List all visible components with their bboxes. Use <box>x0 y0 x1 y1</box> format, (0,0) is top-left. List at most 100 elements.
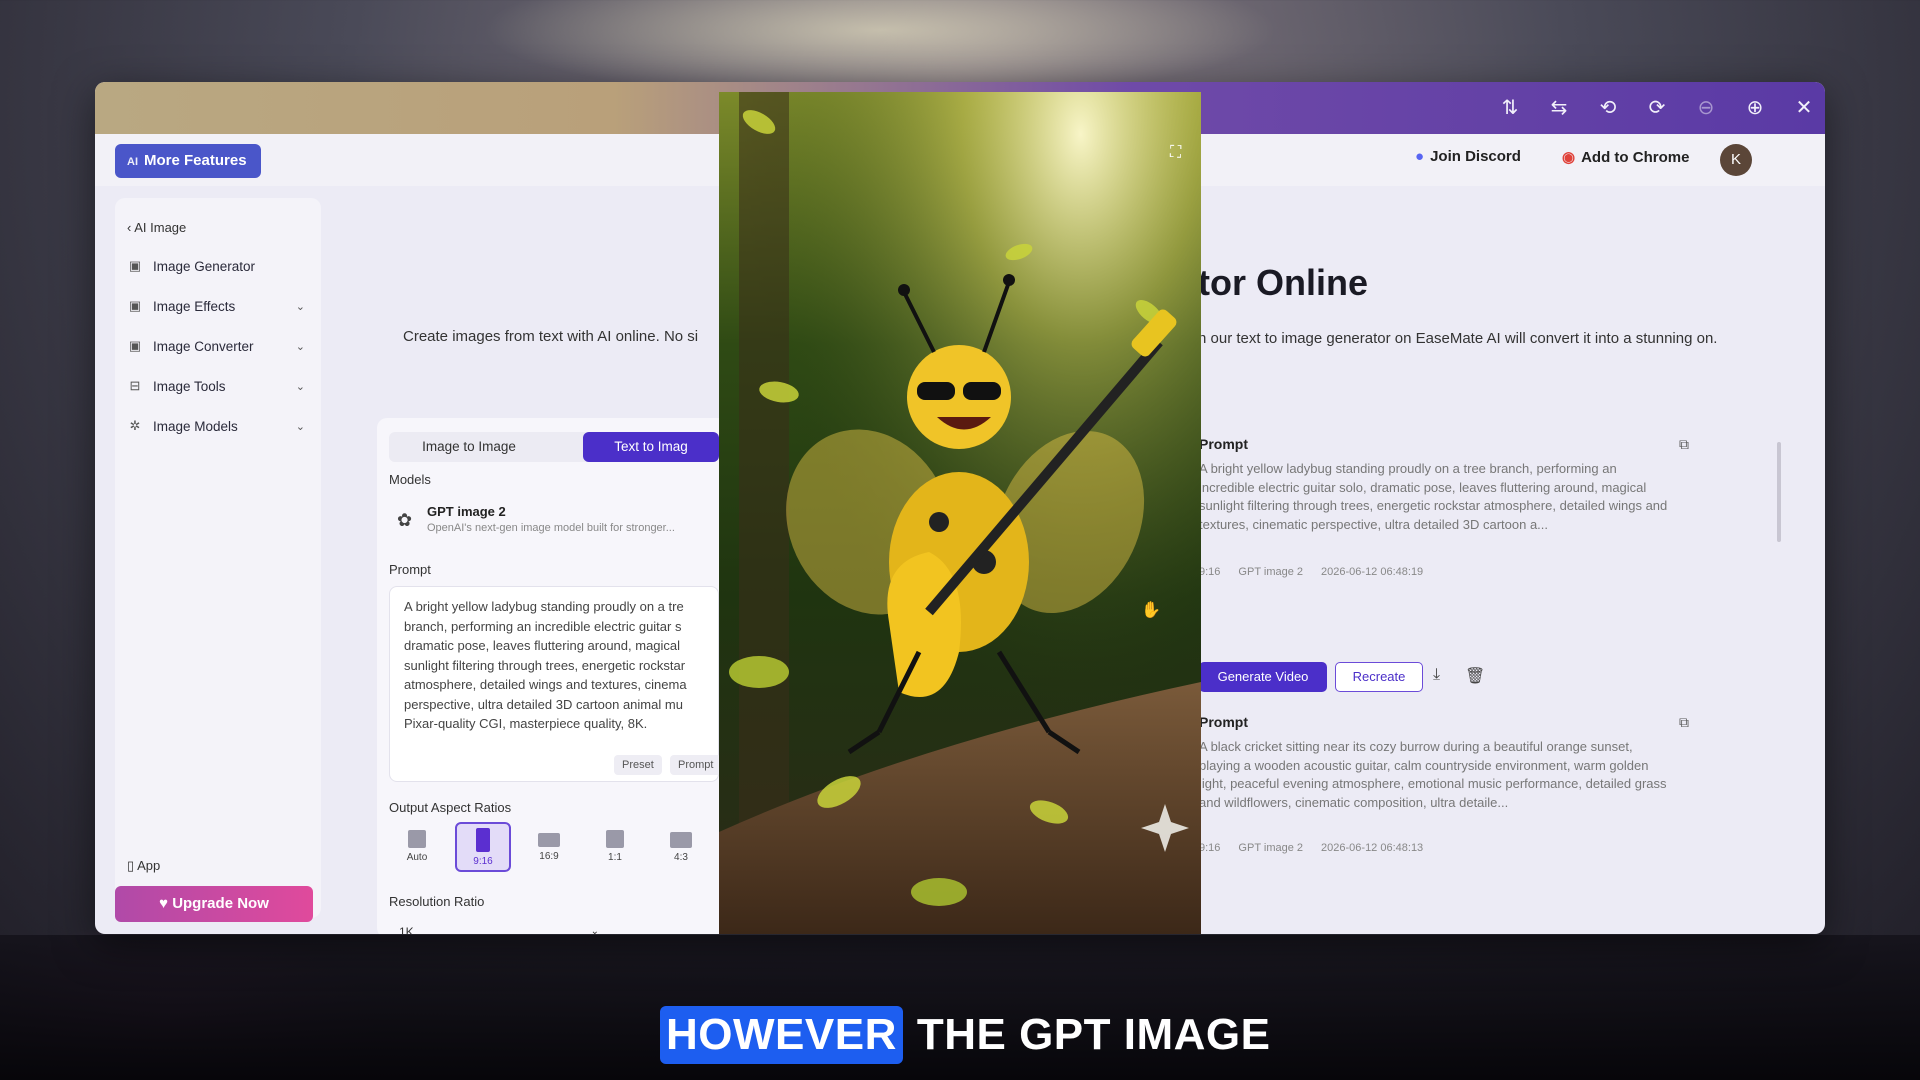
rotate-right-icon[interactable]: ⟳ <box>1644 95 1670 121</box>
upgrade-label: Upgrade Now <box>172 895 269 912</box>
sidebar-item-label: Image Effects <box>153 298 236 314</box>
openai-icon: ✿ <box>397 510 413 530</box>
sidebar-back-link[interactable]: ‹ AI Image <box>127 220 186 235</box>
tab-image-to-image[interactable]: Image to Image <box>389 432 549 462</box>
more-features-label: More Features <box>144 152 247 169</box>
generate-video-button[interactable]: Generate Video <box>1199 662 1327 692</box>
sidebar-item-label: Image Tools <box>153 378 226 394</box>
tab-text-to-image[interactable]: Text to Imag <box>583 432 719 462</box>
trash-icon[interactable]: 🗑 <box>1465 666 1485 686</box>
avatar[interactable]: K <box>1720 144 1752 176</box>
sidebar-item-image-generator[interactable]: ▣ Image Generator <box>127 252 311 280</box>
ratio-square-icon <box>606 830 624 848</box>
sidebar-item-label: Image Models <box>153 418 238 434</box>
sidebar: ‹ AI Image ▣ Image Generator ▣ Image Eff… <box>115 198 321 922</box>
ratio-4-3[interactable]: 4:3 <box>653 822 709 872</box>
image-icon: ▣ <box>128 338 142 353</box>
history-meta: 9:16 GPT image 2 2026-06-12 06:48:19 <box>1199 566 1423 578</box>
generated-image <box>719 92 1201 934</box>
sidebar-item-label: Image Generator <box>153 258 256 274</box>
page-subtitle-left: Create images from text with AI online. … <box>403 328 699 345</box>
ratio-1-1[interactable]: 1:1 <box>587 822 643 872</box>
aspect-ratio-group: Auto 9:16 16:9 1:1 4:3 <box>389 822 719 874</box>
chevron-down-icon: ⌄ <box>295 380 305 393</box>
sidebar-item-image-converter[interactable]: ▣ Image Converter ⌄ <box>127 332 311 360</box>
discord-icon: ● <box>1415 148 1425 165</box>
models-label: Models <box>389 472 431 487</box>
mode-tabs: Image to Image Text to Imag <box>389 432 719 462</box>
image-icon: ▣ <box>128 258 142 273</box>
prompt-text: A bright yellow ladybug standing proudly… <box>404 599 687 731</box>
image-preview: ⛶ ✋ <box>719 92 1201 934</box>
recreate-button[interactable]: Recreate <box>1335 662 1423 692</box>
history-model: GPT image 2 <box>1238 566 1304 578</box>
close-icon[interactable]: ✕ <box>1791 95 1817 121</box>
chrome-icon: ◉ <box>1562 149 1576 166</box>
history-meta: 9:16 GPT image 2 2026-06-12 06:48:13 <box>1199 842 1423 854</box>
model-name: GPT image 2 <box>427 504 506 519</box>
resolution-select[interactable]: 1K ⌄ <box>389 920 605 934</box>
add-to-chrome-link[interactable]: ◉ Add to Chrome <box>1562 148 1690 167</box>
ratio-label: 16:9 <box>539 851 559 862</box>
history-model: GPT image 2 <box>1238 842 1304 854</box>
chevron-down-icon: ⌄ <box>295 420 305 433</box>
sort-icon[interactable]: ⇅ <box>1497 95 1523 121</box>
copy-icon[interactable]: ⧉ <box>1679 436 1689 453</box>
zoom-out-icon[interactable]: ⊖ <box>1693 95 1719 121</box>
ratio-label: 4:3 <box>674 852 688 863</box>
ratio-auto-icon <box>408 830 426 848</box>
sidebar-app-label: App <box>137 858 161 873</box>
fullscreen-icon[interactable]: ⛶ <box>1170 144 1181 162</box>
sidebar-item-image-effects[interactable]: ▣ Image Effects ⌄ <box>127 292 311 320</box>
chevron-down-icon: ⌄ <box>590 926 599 934</box>
chevron-down-icon: ⌄ <box>295 340 305 353</box>
history-timestamp: 2026-06-12 06:48:13 <box>1321 842 1424 854</box>
ratio-16-9[interactable]: 16:9 <box>521 822 577 872</box>
swap-icon[interactable]: ⇆ <box>1546 95 1572 121</box>
hand-cursor-icon: ✋ <box>1141 602 1161 619</box>
video-caption: HOWEVER THE GPT IMAGE <box>660 1006 1270 1064</box>
history-prompt-title: Prompt <box>1199 436 1248 452</box>
caption-highlight: HOWEVER <box>660 1006 903 1064</box>
copy-icon[interactable]: ⧉ <box>1679 714 1689 731</box>
model-description: OpenAI's next-gen image model built for … <box>427 522 675 534</box>
caption-text: THE GPT IMAGE <box>916 1010 1271 1059</box>
ratios-label: Output Aspect Ratios <box>389 800 512 815</box>
ratio-label: Auto <box>406 852 428 863</box>
image-icon: ▣ <box>128 298 142 313</box>
sidebar-app-link[interactable]: ▯ App <box>127 858 160 874</box>
add-to-chrome-label: Add to Chrome <box>1581 148 1690 166</box>
generator-panel: Image to Image Text to Imag Models ✿ GPT… <box>377 418 727 934</box>
join-discord-link[interactable]: ● Join Discord <box>1415 148 1521 165</box>
ratio-9-16[interactable]: 9:16 <box>455 822 511 872</box>
prompt-textarea[interactable]: A bright yellow ladybug standing proudly… <box>389 586 722 782</box>
history-prompt-text: A black cricket sitting near its cozy bu… <box>1199 739 1667 810</box>
phone-icon: ▯ <box>127 858 138 873</box>
diamond-icon: ♥ <box>159 895 173 912</box>
chevron-down-icon: ⌄ <box>295 300 305 313</box>
sidebar-back-label: AI Image <box>134 220 187 235</box>
ratio-portrait-icon <box>476 828 490 852</box>
model-selector[interactable]: ✿ GPT image 2 OpenAI's next-gen image mo… <box>389 498 719 544</box>
zoom-in-icon[interactable]: ⊕ <box>1742 95 1768 121</box>
page-title: tor Online <box>1198 262 1368 303</box>
download-icon[interactable]: ⤓ <box>1433 666 1440 684</box>
sidebar-item-image-models[interactable]: ✲ Image Models ⌄ <box>127 412 311 440</box>
ratio-label: 1:1 <box>608 852 622 863</box>
upgrade-now-button[interactable]: ♥ Upgrade Now <box>115 886 313 922</box>
sidebar-item-image-tools[interactable]: ⊟ Image Tools ⌄ <box>127 372 311 400</box>
preset-chip[interactable]: Preset <box>614 755 662 775</box>
history-ratio: 9:16 <box>1199 566 1221 578</box>
sparkle-icon: ✲ <box>129 418 141 433</box>
scrollbar[interactable] <box>1777 442 1781 542</box>
rotate-left-icon[interactable]: ⟲ <box>1595 95 1621 121</box>
history-panel: Prompt ⧉ A bright yellow ladybug standin… <box>1199 418 1799 928</box>
ratio-43-icon <box>670 832 692 848</box>
prompt-label: Prompt <box>389 562 431 577</box>
more-features-button[interactable]: AI More Features <box>115 144 261 178</box>
prompt-chip[interactable]: Prompt <box>670 755 722 775</box>
ratio-auto[interactable]: Auto <box>389 822 445 872</box>
ai-icon: AI <box>127 156 138 168</box>
sidebar-item-label: Image Converter <box>153 338 254 354</box>
history-prompt-title: Prompt <box>1199 714 1248 730</box>
